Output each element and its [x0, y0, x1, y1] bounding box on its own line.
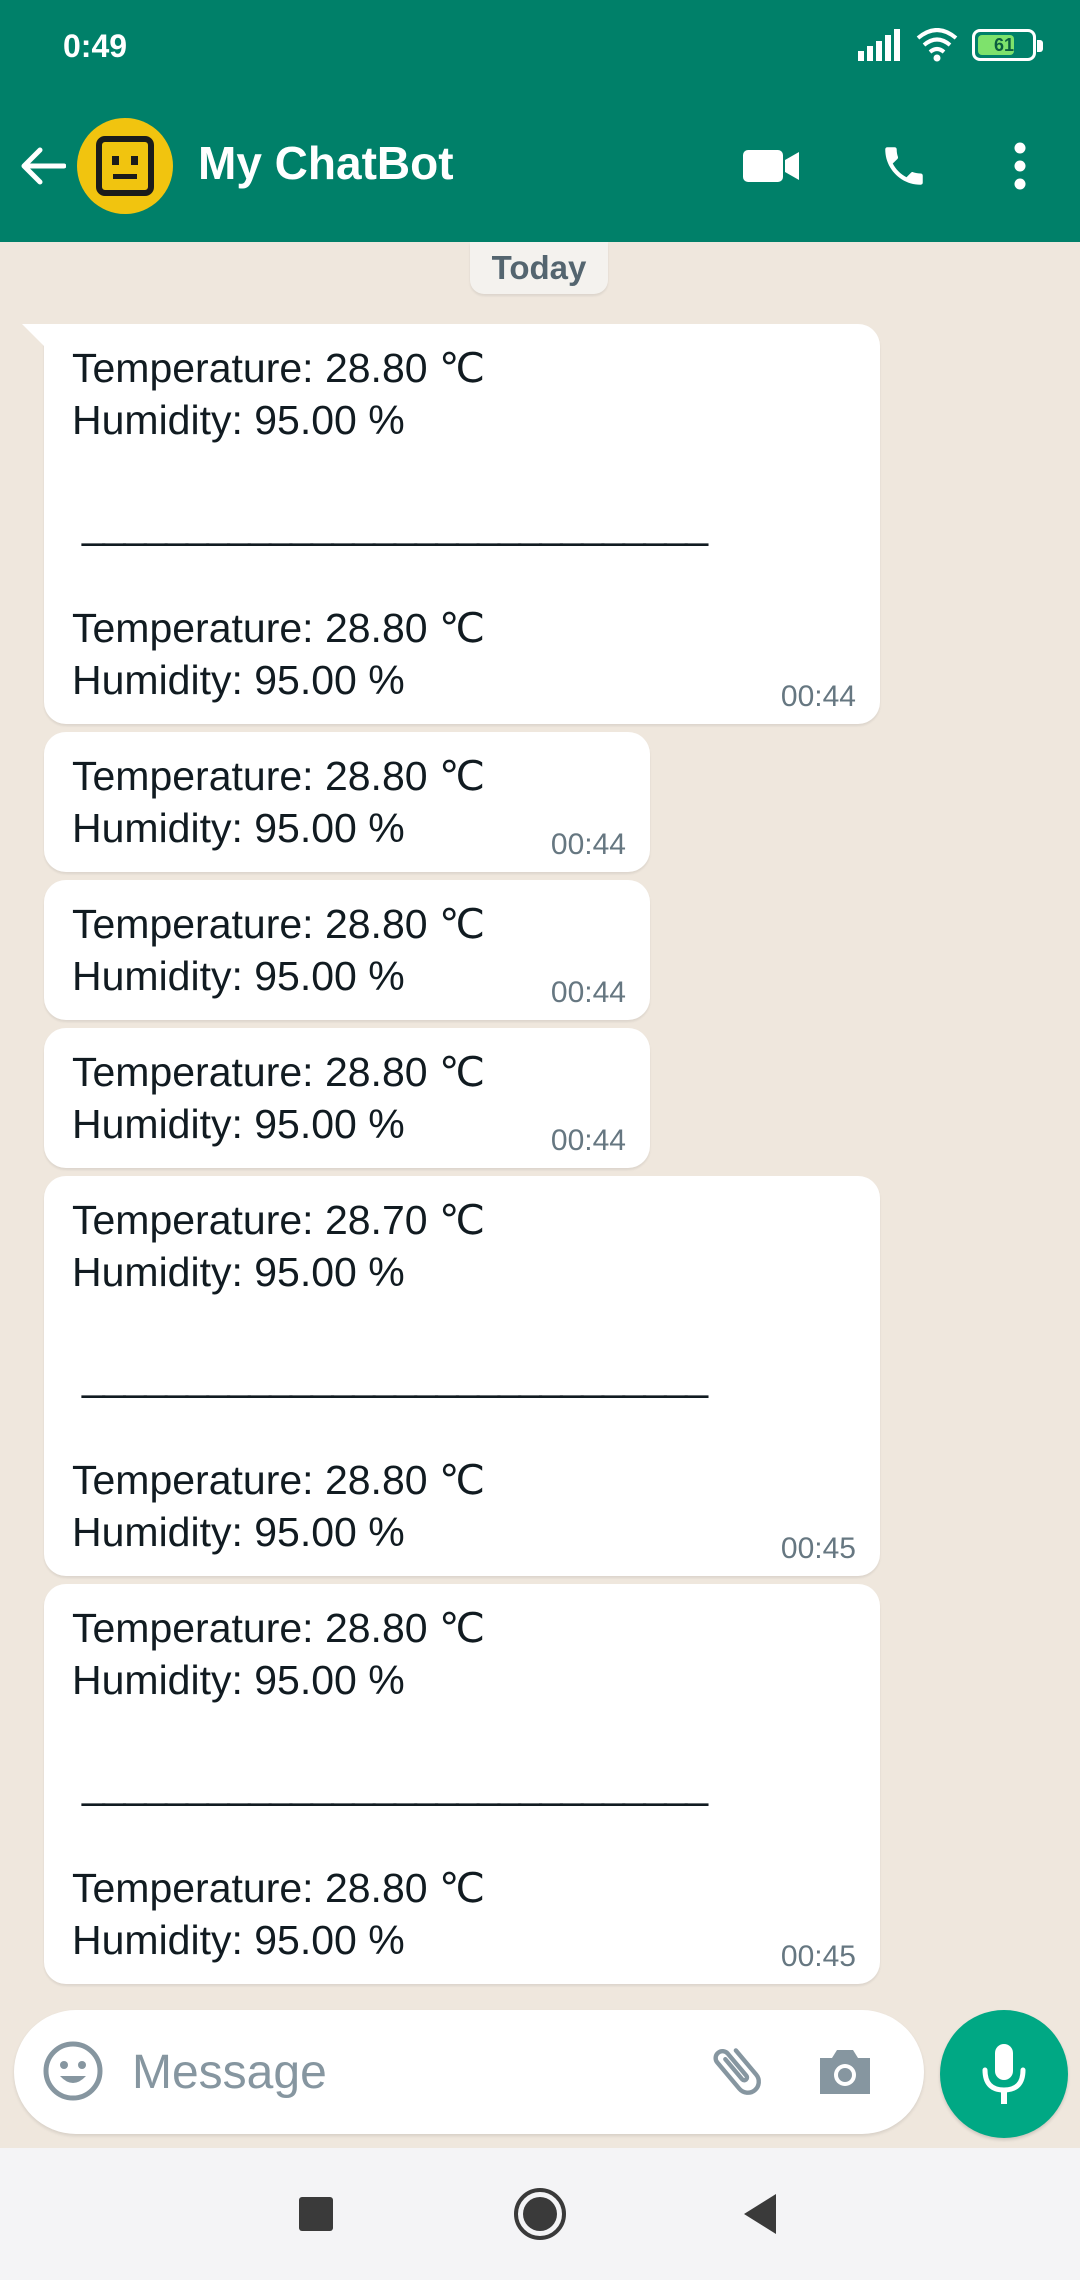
message-text: Temperature: 28.80 ℃ [72, 605, 485, 651]
more-vert-icon [1014, 142, 1026, 190]
message-text: Temperature: 28.80 ℃ [72, 901, 485, 947]
chat-header: 0:49 61 My ChatBot [0, 0, 1080, 242]
message-text: Humidity: 95.00 % [72, 657, 405, 703]
chat-area[interactable]: Today Temperature: 28.80 ℃ Humidity: 95.… [0, 242, 1080, 2148]
message-time: 00:44 [550, 1124, 626, 1157]
date-chip: Today [470, 242, 608, 294]
back-arrow-icon [21, 147, 66, 185]
back-nav-button[interactable] [730, 2184, 790, 2244]
voice-call-button[interactable] [874, 136, 934, 196]
emoji-icon [43, 2041, 103, 2101]
home-icon [514, 2188, 566, 2240]
recents-icon [299, 2197, 333, 2231]
back-button[interactable] [18, 136, 68, 196]
message-bubble[interactable]: Temperature: 28.70 ℃ Humidity: 95.00 % _… [44, 1176, 880, 1576]
message-text: Humidity: 95.00 % [72, 953, 405, 999]
voice-message-button[interactable] [940, 2010, 1068, 2138]
message-text: Temperature: 28.80 ℃ [72, 345, 485, 391]
message-bubble[interactable]: Temperature: 28.80 ℃ Humidity: 95.00 % 0… [44, 880, 650, 1020]
message-time: 00:45 [780, 1532, 856, 1565]
message-bubble[interactable]: Temperature: 28.80 ℃ Humidity: 95.00 % 0… [44, 732, 650, 872]
message-bubble[interactable]: Temperature: 28.80 ℃ Humidity: 95.00 % _… [44, 1584, 880, 1984]
message-text: Humidity: 95.00 % [72, 805, 405, 851]
home-button[interactable] [510, 2184, 570, 2244]
battery-icon: 61 [972, 29, 1043, 61]
mic-icon [982, 2044, 1026, 2104]
message-text: Humidity: 95.00 % [72, 1249, 405, 1295]
message-input[interactable] [132, 2032, 692, 2112]
recents-button[interactable] [286, 2184, 346, 2244]
message-time: 00:44 [550, 828, 626, 861]
message-text: Humidity: 95.00 % [72, 397, 405, 443]
video-call-button[interactable] [740, 136, 804, 196]
message-text: Temperature: 28.80 ℃ [72, 1049, 485, 1095]
camera-button[interactable] [814, 2040, 876, 2102]
message-separator: ______________________________ [82, 501, 708, 547]
message-text: Temperature: 28.80 ℃ [72, 1605, 485, 1651]
message-separator: ______________________________ [82, 1353, 708, 1399]
message-text: Humidity: 95.00 % [72, 1917, 405, 1963]
status-time: 0:49 [63, 28, 128, 64]
contact-name[interactable]: My ChatBot [198, 136, 454, 190]
message-text: Temperature: 28.80 ℃ [72, 1865, 485, 1911]
message-text: Temperature: 28.80 ℃ [72, 753, 485, 799]
emoji-button[interactable] [42, 2040, 104, 2102]
message-text: Temperature: 28.70 ℃ [72, 1197, 485, 1243]
message-text: Temperature: 28.80 ℃ [72, 1457, 485, 1503]
attach-button[interactable] [704, 2038, 770, 2104]
avatar[interactable] [77, 118, 173, 214]
message-composer [14, 2010, 924, 2134]
message-bubble[interactable]: Temperature: 28.80 ℃ Humidity: 95.00 % _… [22, 324, 880, 724]
more-options-button[interactable] [1000, 136, 1040, 196]
signal-icon [858, 29, 900, 61]
phone-icon [885, 147, 923, 185]
status-icons: 61 [858, 28, 1043, 62]
message-text: Humidity: 95.00 % [72, 1657, 405, 1703]
message-bubble[interactable]: Temperature: 28.80 ℃ Humidity: 95.00 % 0… [44, 1028, 650, 1168]
system-nav-bar [0, 2148, 1080, 2280]
message-time: 00:44 [550, 976, 626, 1009]
message-time: 00:44 [780, 680, 856, 713]
message-text: Humidity: 95.00 % [72, 1509, 405, 1555]
camera-icon [820, 2050, 870, 2094]
message-separator: ______________________________ [82, 1761, 708, 1807]
message-time: 00:45 [780, 1940, 856, 1973]
message-text: Humidity: 95.00 % [72, 1101, 405, 1147]
video-call-icon [743, 150, 799, 182]
attach-icon [713, 2048, 761, 2095]
back-nav-icon [744, 2194, 776, 2234]
battery-level: 61 [993, 34, 1015, 55]
wifi-icon [916, 28, 958, 62]
robot-face-icon [96, 136, 154, 196]
